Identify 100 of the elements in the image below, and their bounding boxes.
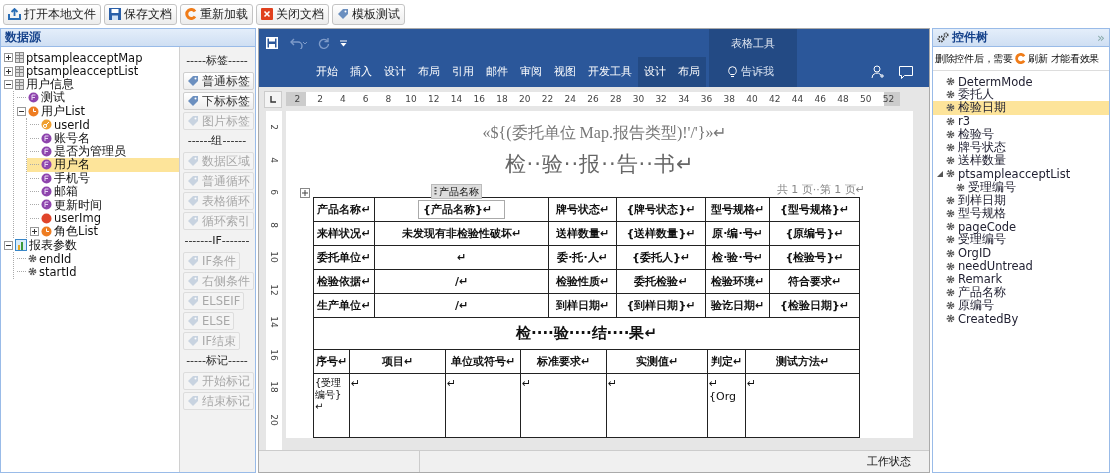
image-field-icon	[41, 212, 52, 224]
tree-item[interactable]: 测试	[14, 91, 179, 105]
tree-item[interactable]: 受理编号	[943, 180, 1109, 194]
tree-item[interactable]: 邮箱	[27, 184, 179, 199]
ruler-number: 6	[361, 94, 370, 104]
tree-item[interactable]: 用户信息	[1, 77, 179, 92]
tree-item[interactable]: r3	[933, 114, 1109, 128]
ruler-number: 38	[722, 94, 737, 104]
ruler-number: 12	[427, 94, 441, 104]
toolbar-button[interactable]: 模板测试	[332, 3, 405, 25]
tree-item[interactable]: 角色List	[27, 225, 179, 239]
tree-item[interactable]: 牌号状态	[933, 140, 1109, 155]
tell-me-button[interactable]: 告诉我	[706, 60, 780, 84]
tree-item[interactable]: ptsampleacceptMap	[1, 51, 179, 65]
tree-item[interactable]: ptsampleacceptList	[933, 167, 1109, 181]
field-icon	[41, 132, 52, 144]
undo-icon[interactable]	[288, 37, 308, 49]
tree-item[interactable]: 用户List	[14, 104, 179, 118]
tree-item[interactable]: 委托人	[933, 88, 1109, 102]
customize-icon[interactable]	[340, 39, 347, 47]
clock-icon	[41, 226, 52, 238]
tree-item[interactable]: 手机号	[27, 171, 179, 185]
tree-item[interactable]: 到样日期	[933, 193, 1109, 207]
tag-button[interactable]: 下标标签	[183, 92, 254, 110]
tree-item[interactable]: 是否为管理员	[27, 144, 179, 159]
ribbon-tab[interactable]: 审阅	[514, 60, 548, 84]
tag-icon	[187, 335, 199, 347]
ribbon-tab[interactable]: 视图	[548, 60, 582, 84]
tree-item[interactable]: endId	[14, 251, 179, 266]
redo-icon[interactable]	[318, 37, 330, 49]
tree-item[interactable]: OrgID	[933, 246, 1109, 260]
column-header: 实测值↵	[606, 350, 708, 374]
ribbon-tab[interactable]: 布局	[412, 60, 446, 84]
column-header: 项目↵	[349, 350, 446, 374]
tree-item[interactable]: 产品名称	[933, 286, 1109, 300]
tree-item[interactable]: userImg	[27, 211, 179, 226]
table-cell: 未发现有非检验性破坏↵	[374, 221, 549, 246]
tree-item[interactable]: 检验日期	[933, 101, 1109, 115]
tab-stop-icon[interactable]	[264, 90, 282, 108]
tag-icon	[187, 315, 199, 327]
field-icon	[41, 186, 52, 198]
tree-item[interactable]: needUntread	[933, 259, 1109, 273]
ribbon-tab[interactable]: 开发工具	[582, 60, 638, 84]
table-cell: 检验依据↵	[313, 269, 375, 294]
collapse-icon[interactable]	[4, 79, 13, 89]
ruler-number: 4	[338, 94, 347, 104]
table-move-icon[interactable]	[300, 188, 310, 198]
tree-item[interactable]: 更新时间	[27, 198, 179, 212]
tree-item[interactable]: 账号名	[27, 131, 179, 145]
comment-icon[interactable]	[899, 65, 913, 79]
tree-item[interactable]: 送样数量	[933, 154, 1109, 168]
expand-icon[interactable]	[4, 53, 13, 63]
collapse-icon[interactable]	[937, 170, 943, 177]
tree-item[interactable]: userId	[27, 117, 179, 132]
collapse-icon[interactable]	[17, 106, 26, 116]
collapse-icon[interactable]	[4, 240, 13, 250]
ribbon-tab[interactable]: 邮件	[480, 60, 514, 84]
tree-item[interactable]: 报表参数	[1, 238, 179, 252]
expand-icon[interactable]	[30, 227, 39, 237]
add-user-icon[interactable]	[871, 65, 885, 79]
tree-item[interactable]: 原编号	[933, 299, 1109, 313]
tree-item[interactable]: pageCode	[933, 220, 1109, 234]
field-tag[interactable]: 产品名称	[431, 184, 482, 199]
ruler-number: 18	[495, 94, 509, 104]
template-expression: «${(委托单位 Map.报告类型)!'/'}»↵	[481, 123, 728, 144]
tree-item[interactable]: CreatedBy	[933, 312, 1109, 326]
tree-item[interactable]: DetermMode	[933, 75, 1109, 89]
tree-item[interactable]: 受理编号	[933, 233, 1109, 247]
tree-item[interactable]: Remark	[933, 272, 1109, 286]
column-header: 序号↵	[313, 350, 350, 374]
drag-handle-icon	[434, 187, 437, 196]
reload-icon	[185, 8, 197, 20]
field-icon	[41, 145, 52, 157]
ruler-number: 10	[404, 94, 418, 104]
toolbar-button[interactable]: 保存文档	[104, 3, 177, 25]
tree-item[interactable]: 检验号	[933, 127, 1109, 141]
tag-icon	[187, 155, 199, 167]
ribbon-tab[interactable]: 引用	[446, 60, 480, 84]
hint-text: 才能看效果	[1050, 51, 1100, 66]
table-cell: ↵	[374, 245, 549, 270]
expand-icon[interactable]	[4, 66, 13, 76]
ribbon-tab[interactable]: 设计	[378, 60, 412, 84]
save-icon[interactable]	[266, 37, 278, 49]
tree-item[interactable]: startId	[14, 265, 179, 279]
ribbon-tab[interactable]: 开始	[310, 60, 344, 84]
toolbar-button[interactable]: 关闭文档	[256, 3, 329, 25]
ribbon-tab[interactable]: 插入	[344, 60, 378, 84]
ribbon-tab[interactable]: 设计	[638, 57, 672, 87]
tree-item[interactable]: 用户名	[27, 158, 179, 172]
ruler-number: 6	[269, 189, 279, 196]
table-icon	[15, 65, 24, 77]
tree-item[interactable]: ptsampleacceptList	[1, 64, 179, 78]
table-cell: {检验日期}↵	[769, 293, 860, 318]
toolbar-button[interactable]: 重新加载	[180, 3, 253, 25]
tag-button[interactable]: 普通标签	[183, 72, 254, 90]
ribbon-tab[interactable]: 布局	[672, 57, 706, 87]
tree-item[interactable]: 型号规格	[933, 206, 1109, 221]
refresh-button[interactable]: 刷新	[1012, 51, 1051, 66]
ruler-number: 24	[563, 94, 577, 104]
toolbar-button[interactable]: 打开本地文件	[3, 3, 101, 25]
